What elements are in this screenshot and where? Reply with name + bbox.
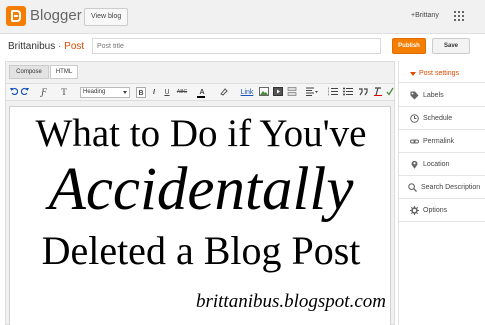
tab-compose[interactable]: Compose: [9, 65, 49, 79]
apps-grid-icon[interactable]: [454, 11, 464, 21]
underline-button[interactable]: U: [163, 87, 171, 98]
tag-icon: [410, 91, 419, 100]
blog-breadcrumb: Brittanibus · Post: [8, 41, 84, 52]
insert-video-icon[interactable]: [273, 87, 283, 98]
blogger-logo-icon[interactable]: [6, 6, 26, 26]
content-line-2: Accidentally: [48, 156, 354, 223]
post-body-editor[interactable]: What to Do if You've Accidentally Delete…: [9, 106, 391, 325]
link-chain-icon: [410, 139, 419, 144]
redo-icon[interactable]: [20, 87, 29, 98]
sidebar-item-labels[interactable]: Labels: [399, 85, 485, 107]
numbered-list-icon[interactable]: [327, 87, 338, 98]
sidebar-item-label: Options: [423, 207, 448, 214]
font-size-button[interactable]: T: [58, 87, 70, 98]
strikethrough-button[interactable]: ABC: [176, 87, 188, 98]
heading-select[interactable]: Heading: [80, 87, 130, 98]
highlight-color-icon[interactable]: [218, 87, 230, 98]
editor-panel: Compose HTML Ƒ T Heading B I U ABC A Lin…: [5, 61, 395, 325]
breadcrumb-separator: ·: [58, 41, 62, 52]
quote-icon[interactable]: [358, 87, 368, 98]
post-label: Post: [64, 41, 85, 52]
post-settings-sidebar: Post settings Labels Schedule Permalink …: [398, 61, 485, 325]
content-line-3: Deleted a Blog Post: [41, 228, 361, 273]
tab-html[interactable]: HTML: [50, 65, 78, 79]
sidebar-item-options[interactable]: Options: [399, 200, 485, 222]
spellcheck-icon[interactable]: [386, 87, 394, 98]
text-color-label: A: [199, 89, 205, 96]
font-family-button[interactable]: Ƒ: [38, 87, 50, 98]
blog-name[interactable]: Brittanibus: [8, 41, 55, 52]
text-color-button[interactable]: A: [196, 87, 208, 98]
italic-button[interactable]: I: [150, 87, 158, 98]
sidebar-item-label: Location: [423, 161, 450, 168]
search-icon: [408, 183, 417, 192]
sidebar-item-label: Permalink: [423, 138, 455, 145]
save-button[interactable]: Save: [432, 38, 470, 54]
sidebar-item-location[interactable]: Location: [399, 154, 485, 176]
alignment-icon[interactable]: [306, 87, 318, 98]
content-line-1: What to Do if You've: [35, 112, 367, 155]
remove-formatting-icon[interactable]: [373, 87, 383, 98]
sidebar-item-label: Labels: [423, 92, 444, 99]
blogger-logo-text[interactable]: Blogger: [30, 7, 82, 24]
undo-icon[interactable]: [10, 87, 19, 98]
clock-icon: [410, 114, 419, 123]
content-url-text: brittanibus.blogspot.com: [195, 291, 386, 312]
bold-button[interactable]: B: [136, 87, 146, 98]
location-pin-icon: [411, 160, 418, 169]
insert-jump-break-icon[interactable]: [287, 87, 297, 98]
sidebar-item-schedule[interactable]: Schedule: [399, 108, 485, 130]
post-settings-header[interactable]: Post settings: [399, 65, 485, 83]
view-blog-button[interactable]: View blog: [84, 8, 129, 26]
bulleted-list-icon[interactable]: [343, 87, 353, 98]
sidebar-item-label: Search Description: [421, 184, 481, 191]
insert-image-icon[interactable]: [259, 87, 269, 98]
publish-button[interactable]: Publish: [392, 38, 426, 54]
gear-icon: [410, 206, 419, 215]
sidebar-item-permalink[interactable]: Permalink: [399, 131, 485, 153]
sidebar-item-search-description[interactable]: Search Description: [399, 177, 485, 199]
formatting-toolbar: Ƒ T Heading B I U ABC A Link: [6, 83, 394, 101]
text-color-swatch: [197, 96, 205, 98]
sidebar-item-label: Schedule: [423, 115, 453, 122]
link-button[interactable]: Link: [238, 87, 256, 98]
user-account-link[interactable]: +Brittany: [411, 12, 439, 19]
post-title-input[interactable]: [92, 38, 381, 54]
top-bar: Blogger View blog +Brittany: [0, 0, 485, 34]
